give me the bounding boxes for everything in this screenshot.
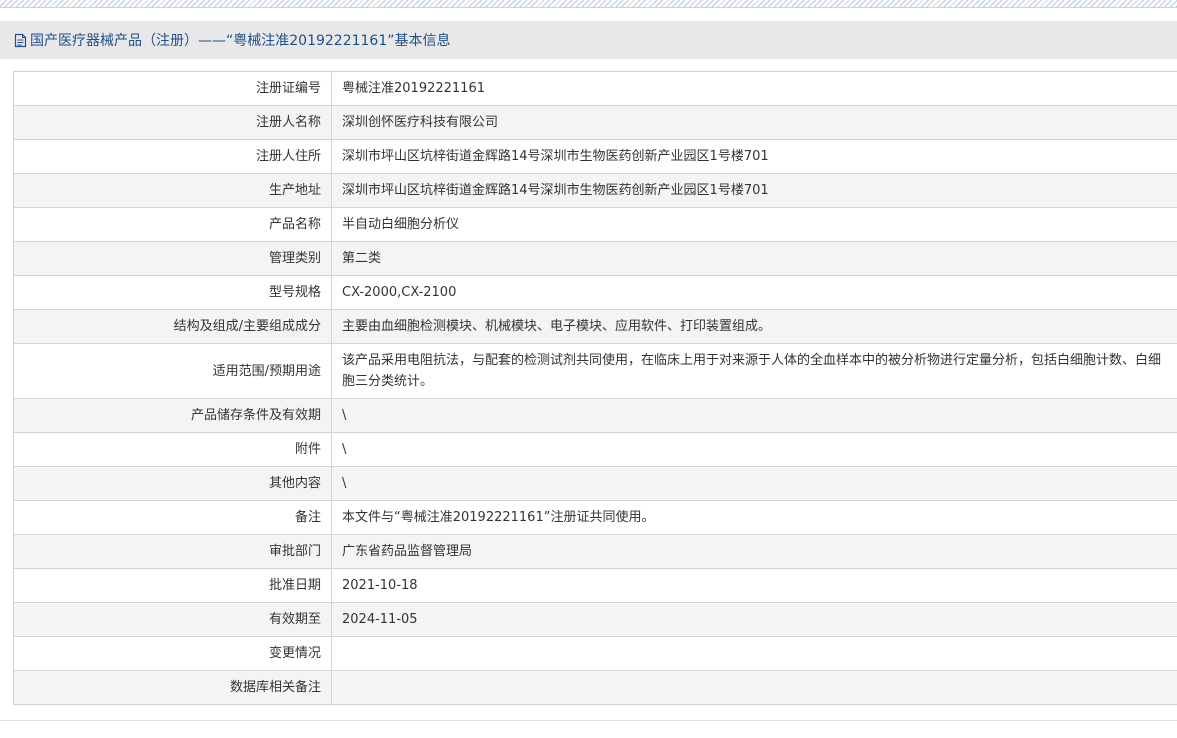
table-row: 适用范围/预期用途 该产品采用电阻抗法，与配套的检测试剂共同使用，在临床上用于对来… xyxy=(13,343,1177,399)
field-label: 产品储存条件及有效期 xyxy=(13,398,332,433)
field-label: 适用范围/预期用途 xyxy=(13,343,332,399)
field-label: 变更情况 xyxy=(13,636,332,671)
table-row: 注册人住所 深圳市坪山区坑梓街道金辉路14号深圳市生物医药创新产业园区1号楼701 xyxy=(13,139,1177,174)
field-label: 型号规格 xyxy=(13,275,332,310)
field-label: 注册人名称 xyxy=(13,105,332,140)
field-value: 深圳创怀医疗科技有限公司 xyxy=(331,105,1177,140)
field-value xyxy=(331,636,1177,671)
field-label: 数据库相关备注 xyxy=(13,670,332,705)
field-label: 有效期至 xyxy=(13,602,332,637)
table-row: 型号规格 CX-2000,CX-2100 xyxy=(13,275,1177,310)
table-row: 产品储存条件及有效期 \ xyxy=(13,398,1177,433)
field-value: 2021-10-18 xyxy=(331,568,1177,603)
table-row: 批准日期 2021-10-18 xyxy=(13,568,1177,603)
field-value: \ xyxy=(331,466,1177,501)
document-icon xyxy=(14,33,27,48)
field-value: 主要由血细胞检测模块、机械模块、电子模块、应用软件、打印装置组成。 xyxy=(331,309,1177,344)
table-row: 审批部门 广东省药品监督管理局 xyxy=(13,534,1177,569)
field-label: 注册证编号 xyxy=(13,71,332,106)
field-label: 结构及组成/主要组成成分 xyxy=(13,309,332,344)
table-row: 数据库相关备注 xyxy=(13,670,1177,705)
field-value: 深圳市坪山区坑梓街道金辉路14号深圳市生物医药创新产业园区1号楼701 xyxy=(331,173,1177,208)
table-row: 附件 \ xyxy=(13,432,1177,467)
field-value xyxy=(331,670,1177,705)
field-value: CX-2000,CX-2100 xyxy=(331,275,1177,310)
field-value: 本文件与“粤械注准20192221161”注册证共同使用。 xyxy=(331,500,1177,535)
field-value: \ xyxy=(331,432,1177,467)
page-title-bar: 国产医疗器械产品（注册）——“粤械注准20192221161”基本信息 xyxy=(0,21,1177,59)
field-value: 粤械注准20192221161 xyxy=(331,71,1177,106)
bottom-divider xyxy=(0,720,1177,721)
top-decorative-stripe xyxy=(0,0,1177,8)
field-value: \ xyxy=(331,398,1177,433)
field-label: 生产地址 xyxy=(13,173,332,208)
field-label: 审批部门 xyxy=(13,534,332,569)
table-row: 注册人名称 深圳创怀医疗科技有限公司 xyxy=(13,105,1177,140)
table-row: 备注 本文件与“粤械注准20192221161”注册证共同使用。 xyxy=(13,500,1177,535)
field-label: 附件 xyxy=(13,432,332,467)
field-value: 广东省药品监督管理局 xyxy=(331,534,1177,569)
field-label: 其他内容 xyxy=(13,466,332,501)
table-row: 注册证编号 粤械注准20192221161 xyxy=(13,71,1177,106)
field-label: 备注 xyxy=(13,500,332,535)
table-row: 有效期至 2024-11-05 xyxy=(13,602,1177,637)
field-value: 2024-11-05 xyxy=(331,602,1177,637)
field-value: 第二类 xyxy=(331,241,1177,276)
page-title: 国产医疗器械产品（注册）——“粤械注准20192221161”基本信息 xyxy=(30,33,451,49)
field-label: 管理类别 xyxy=(13,241,332,276)
product-detail-table: 注册证编号 粤械注准20192221161 注册人名称 深圳创怀医疗科技有限公司 注册人… xyxy=(13,71,1177,705)
table-row: 其他内容 \ xyxy=(13,466,1177,501)
table-row: 结构及组成/主要组成成分 主要由血细胞检测模块、机械模块、电子模块、应用软件、打印… xyxy=(13,309,1177,344)
table-row: 产品名称 半自动白细胞分析仪 xyxy=(13,207,1177,242)
field-label: 批准日期 xyxy=(13,568,332,603)
field-value: 该产品采用电阻抗法，与配套的检测试剂共同使用，在临床上用于对来源于人体的全血样本… xyxy=(331,343,1177,399)
table-row: 管理类别 第二类 xyxy=(13,241,1177,276)
field-value: 半自动白细胞分析仪 xyxy=(331,207,1177,242)
field-label: 注册人住所 xyxy=(13,139,332,174)
field-value: 深圳市坪山区坑梓街道金辉路14号深圳市生物医药创新产业园区1号楼701 xyxy=(331,139,1177,174)
table-row: 生产地址 深圳市坪山区坑梓街道金辉路14号深圳市生物医药创新产业园区1号楼701 xyxy=(13,173,1177,208)
table-row: 变更情况 xyxy=(13,636,1177,671)
field-label: 产品名称 xyxy=(13,207,332,242)
